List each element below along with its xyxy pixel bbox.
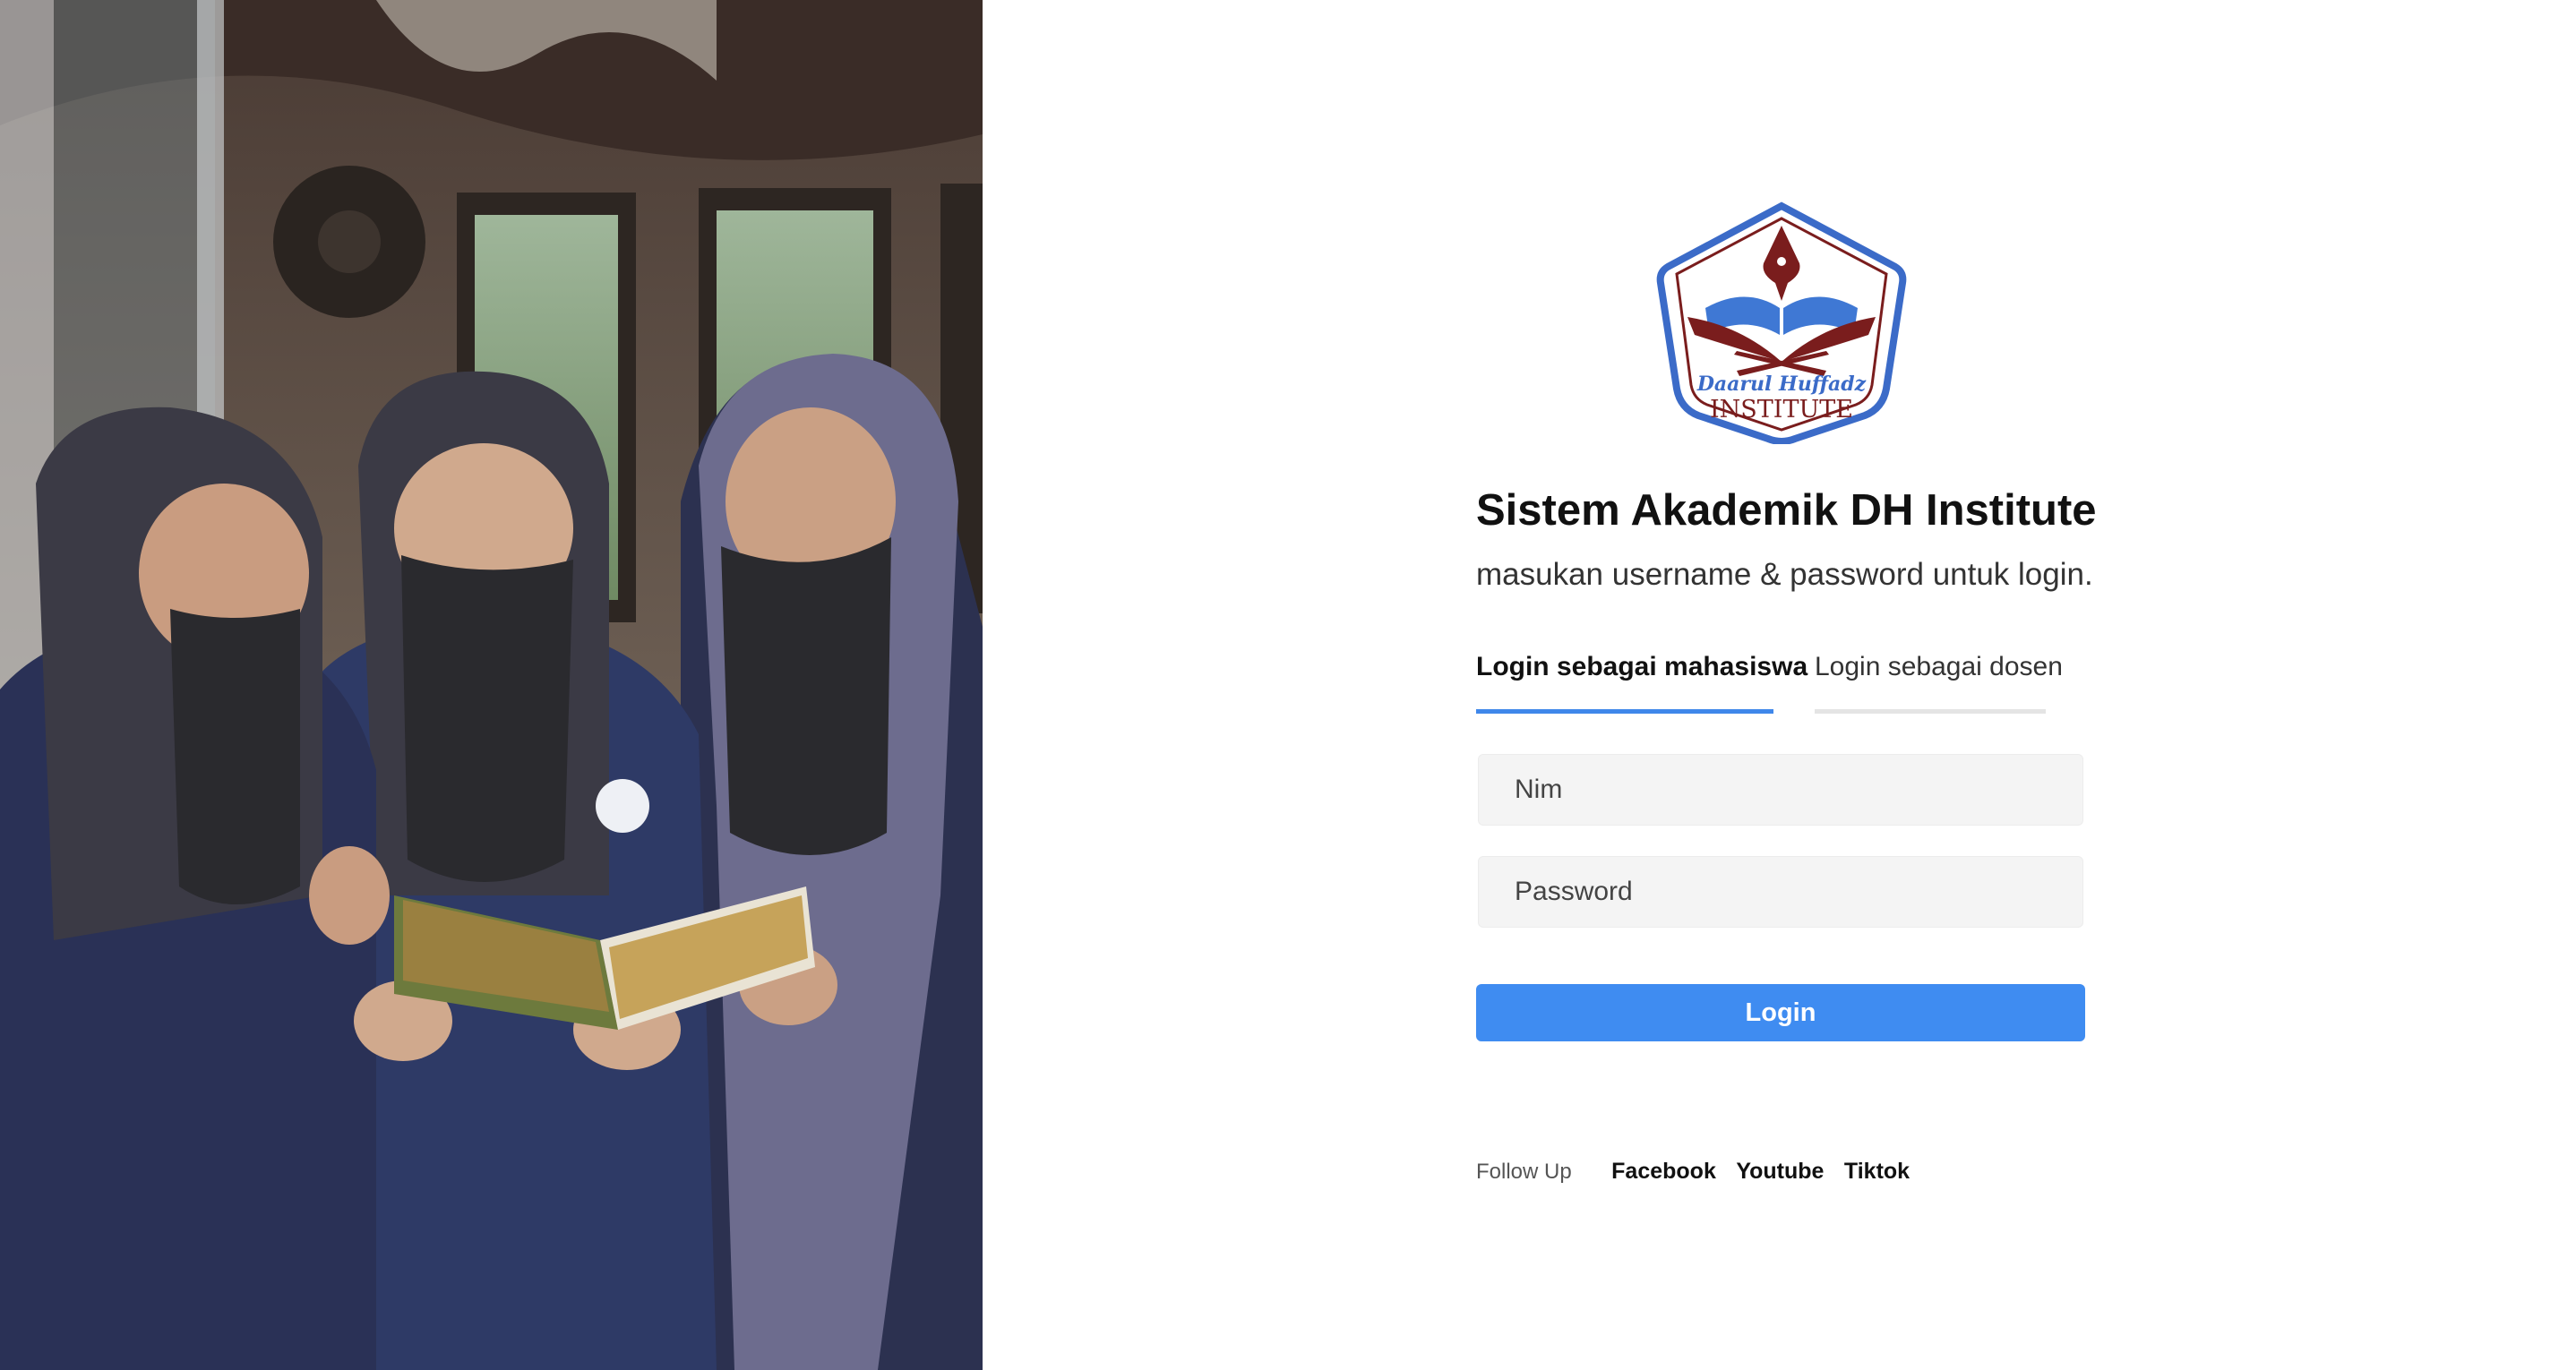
hero-photo <box>0 0 983 1370</box>
logo-line2: INSTITUTE <box>1710 396 1853 424</box>
tab-dosen[interactable]: Login sebagai dosen <box>1815 652 2063 714</box>
nim-input[interactable] <box>1478 754 2083 826</box>
login-tabs: Login sebagai mahasiswa Login sebagai do… <box>1476 652 2089 715</box>
daarul-huffadz-logo-icon: Daarul Huffadz INSTITUTE <box>1656 201 1907 444</box>
page-title: Sistem Akademik DH Institute <box>1476 486 2097 535</box>
youtube-link[interactable]: Youtube <box>1736 1159 1824 1185</box>
tab-mahasiswa[interactable]: Login sebagai mahasiswa <box>1476 652 1807 714</box>
facebook-link[interactable]: Facebook <box>1611 1159 1716 1185</box>
social-links: Follow Up Facebook Youtube Tiktok <box>1476 1159 1926 1194</box>
logo-line1: Daarul Huffadz <box>1696 372 1867 396</box>
institute-logo: Daarul Huffadz INSTITUTE <box>1652 201 1911 444</box>
students-reading-illustration <box>0 0 983 1370</box>
page-subtitle: masukan username & password untuk login. <box>1476 557 2093 592</box>
password-input[interactable] <box>1478 856 2083 928</box>
follow-label: Follow Up <box>1476 1160 1572 1184</box>
tiktok-link[interactable]: Tiktok <box>1844 1159 1910 1185</box>
login-button[interactable]: Login <box>1476 984 2085 1041</box>
